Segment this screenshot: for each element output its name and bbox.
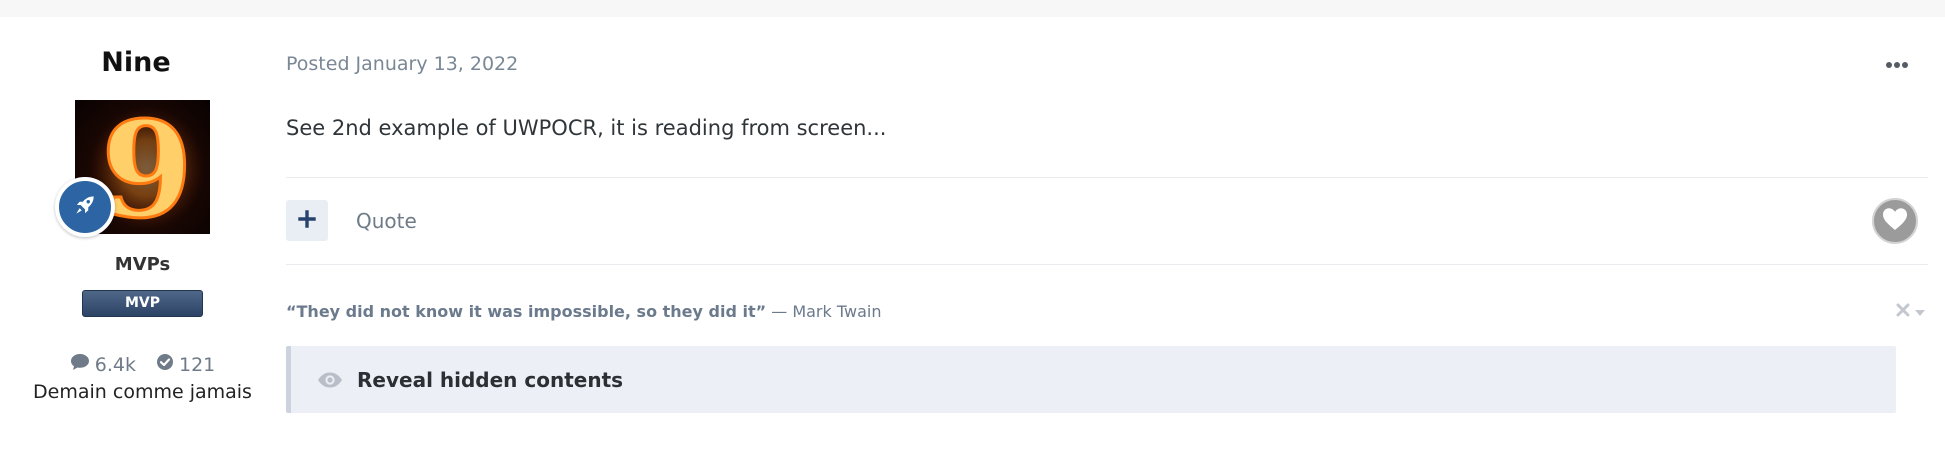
close-icon xyxy=(1896,302,1910,321)
post-body: See 2nd example of UWPOCR, it is reading… xyxy=(286,116,887,140)
signature-attribution: — Mark Twain xyxy=(766,302,882,321)
reveal-hidden-contents[interactable]: Reveal hidden contents xyxy=(286,346,1896,413)
like-button[interactable] xyxy=(1872,198,1918,244)
author-panel: Nine 9 MVPs MVP 6.4k 121 Demain comme ja… xyxy=(0,17,285,463)
member-title: Demain comme jamais xyxy=(33,381,252,403)
divider xyxy=(286,264,1928,265)
mvp-badge: MVP xyxy=(82,290,203,317)
chevron-down-icon xyxy=(1914,302,1926,321)
signature-options[interactable] xyxy=(1896,302,1926,321)
post-count-stat[interactable]: 6.4k xyxy=(70,353,136,376)
top-strip xyxy=(0,0,1945,17)
signature-quote: “They did not know it was impossible, so… xyxy=(286,302,767,321)
post-date[interactable]: Posted January 13, 2022 xyxy=(286,53,518,75)
reputation-count: 121 xyxy=(178,353,216,376)
reputation-stat[interactable]: 121 xyxy=(156,353,215,376)
svg-text:9: 9 xyxy=(101,100,193,234)
eye-icon xyxy=(317,372,343,388)
divider xyxy=(286,177,1928,178)
quote-button[interactable]: Quote xyxy=(356,209,417,233)
rocket-icon xyxy=(72,192,98,222)
plus-icon xyxy=(298,209,316,232)
speech-bubble-icon xyxy=(70,353,90,376)
reveal-label: Reveal hidden contents xyxy=(357,367,624,392)
member-group: MVPs xyxy=(114,254,171,275)
post-count: 6.4k xyxy=(94,353,136,376)
signature: “They did not know it was impossible, so… xyxy=(286,302,881,321)
check-circle-icon xyxy=(156,353,174,376)
multiquote-button[interactable] xyxy=(286,200,328,241)
more-options-button[interactable] xyxy=(1882,50,1912,76)
author-name[interactable]: Nine xyxy=(0,47,272,78)
rank-badge[interactable] xyxy=(55,177,115,237)
heart-icon xyxy=(1881,206,1909,236)
author-stats: 6.4k 121 xyxy=(0,353,285,376)
ellipsis-icon xyxy=(1885,54,1909,73)
